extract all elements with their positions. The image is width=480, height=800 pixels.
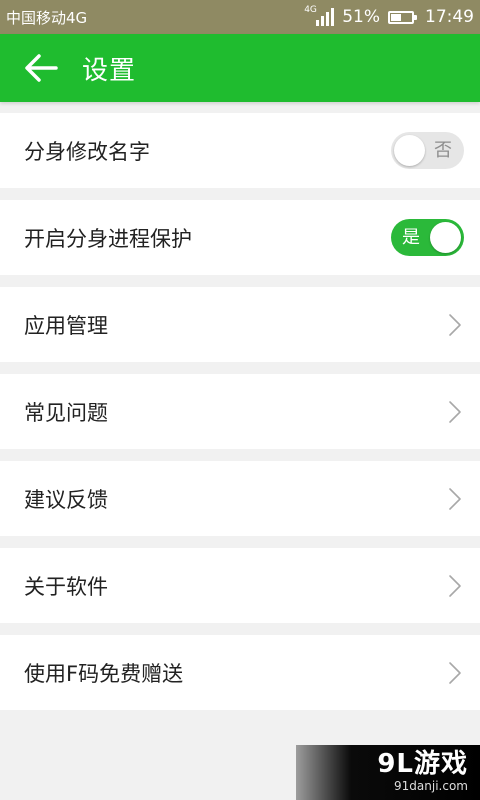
toggle-knob: [394, 135, 425, 166]
setting-label: 分身修改名字: [24, 139, 150, 164]
status-right: 4G 51% 17:49: [304, 6, 474, 28]
app-bar: 设置: [0, 34, 480, 102]
status-bar: 中国移动4G 4G 51% 17:49: [0, 0, 480, 34]
setting-row-feedback[interactable]: 建议反馈: [0, 461, 480, 536]
setting-label: 开启分身进程保护: [24, 226, 192, 251]
setting-row-rename-clone[interactable]: 分身修改名字 否: [0, 113, 480, 188]
process-protection-toggle[interactable]: 是: [391, 219, 464, 256]
setting-label: 建议反馈: [24, 487, 108, 512]
setting-row-app-management[interactable]: 应用管理: [0, 287, 480, 362]
watermark-logo: 9L游戏: [377, 749, 468, 779]
toggle-knob: [430, 222, 461, 253]
chevron-right-icon: [449, 574, 461, 597]
status-time: 17:49: [425, 7, 474, 27]
setting-row-about[interactable]: 关于软件: [0, 548, 480, 623]
status-left: 中国移动4G: [6, 7, 87, 28]
battery-fill: [391, 13, 401, 21]
chevron-right-icon: [449, 487, 461, 510]
setting-label: 应用管理: [24, 313, 108, 338]
toggle-text: 是: [402, 227, 420, 248]
setting-label: 常见问题: [24, 400, 108, 425]
page-title: 设置: [82, 55, 137, 86]
chevron-right-icon: [449, 661, 461, 684]
signal-icon: 4G: [304, 5, 335, 28]
network-type-label: 4G: [304, 5, 317, 15]
setting-row-process-protection[interactable]: 开启分身进程保护 是: [0, 200, 480, 275]
setting-label: 关于软件: [24, 574, 108, 599]
chevron-right-icon: [449, 313, 461, 336]
watermark-url: 91danji.com: [394, 779, 468, 793]
toggle-text: 否: [434, 140, 452, 161]
setting-label: 使用F码免费赠送: [24, 661, 184, 686]
settings-list: 分身修改名字 否 开启分身进程保护 是 应用管理 常见问题 建议反馈 关于软件: [0, 113, 480, 710]
watermark: 9L游戏 91danji.com: [296, 745, 480, 800]
battery-icon: [388, 10, 417, 24]
back-button[interactable]: [20, 47, 62, 89]
signal-bars: [316, 8, 335, 26]
battery-percent: 51%: [342, 7, 380, 27]
setting-row-f-code-gift[interactable]: 使用F码免费赠送: [0, 635, 480, 710]
setting-row-faq[interactable]: 常见问题: [0, 374, 480, 449]
battery-tip: [414, 14, 417, 20]
carrier-name: 中国移动4G: [6, 8, 88, 27]
chevron-right-icon: [449, 400, 461, 423]
rename-clone-toggle[interactable]: 否: [391, 132, 464, 169]
arrow-left-icon: [25, 54, 58, 82]
